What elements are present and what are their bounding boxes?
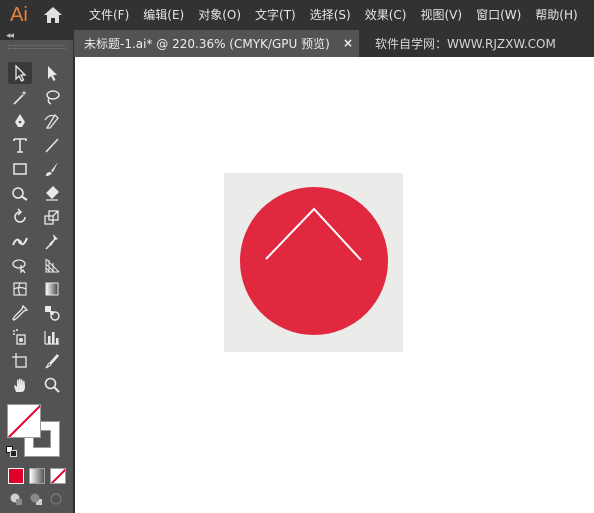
close-icon[interactable]: ×	[343, 36, 353, 50]
tab-active-label: 未标题-1.ai* @ 220.36% (CMYK/GPU 预览)	[84, 37, 330, 51]
column-graph-tool-icon[interactable]	[40, 326, 64, 348]
document-tab-bar: 未标题-1.ai* @ 220.36% (CMYK/GPU 预览) × 软件自学…	[74, 30, 594, 57]
selection-tool-icon[interactable]	[8, 62, 32, 84]
artwork-graphic	[240, 187, 388, 335]
direct-selection-tool-icon[interactable]	[40, 62, 64, 84]
artboard-tool-icon[interactable]	[8, 350, 32, 372]
width-tool-icon[interactable]	[8, 230, 32, 252]
default-fill-stroke-icon[interactable]	[6, 446, 18, 458]
symbol-sprayer-tool-icon[interactable]	[8, 326, 32, 348]
menu-type[interactable]: 文字(T)	[248, 0, 303, 30]
menu-file[interactable]: 文件(F)	[82, 0, 136, 30]
eyedropper-tool-icon[interactable]	[8, 302, 32, 324]
watermark-label: 软件自学网：WWW.RJZXW.COM	[375, 37, 556, 51]
eraser-tool-icon[interactable]	[40, 182, 64, 204]
color-mode-row	[8, 468, 66, 484]
slice-tool-icon[interactable]	[40, 350, 64, 372]
menu-help[interactable]: 帮助(H)	[528, 0, 584, 30]
draw-mode-row	[8, 491, 64, 507]
magic-wand-tool-icon[interactable]	[8, 86, 32, 108]
menu-view[interactable]: 视图(V)	[413, 0, 469, 30]
tools-panel: ⤾	[0, 40, 74, 513]
rotate-tool-icon[interactable]	[8, 206, 32, 228]
pen-tool-icon[interactable]	[8, 110, 32, 132]
scale-tool-icon[interactable]	[40, 206, 64, 228]
line-segment-tool-icon[interactable]	[40, 134, 64, 156]
puppet-warp-tool-icon[interactable]	[40, 230, 64, 252]
menu-effect[interactable]: 效果(C)	[358, 0, 414, 30]
perspective-grid-tool-icon[interactable]	[40, 254, 64, 276]
menu-select[interactable]: 选择(S)	[303, 0, 358, 30]
paintbrush-tool-icon[interactable]	[40, 158, 64, 180]
hand-tool-icon[interactable]	[8, 374, 32, 396]
shape-builder-tool-icon[interactable]	[8, 254, 32, 276]
menu-window[interactable]: 窗口(W)	[469, 0, 528, 30]
gradient-tool-icon[interactable]	[40, 278, 64, 300]
lasso-tool-icon[interactable]	[40, 86, 64, 108]
app-logo: Ai	[10, 3, 28, 26]
draw-behind-icon[interactable]	[28, 491, 44, 507]
menu-edit[interactable]: 编辑(E)	[136, 0, 191, 30]
draw-normal-icon[interactable]	[8, 491, 24, 507]
menu-items: 文件(F) 编辑(E) 对象(O) 文字(T) 选择(S) 效果(C) 视图(V…	[82, 0, 585, 30]
rectangle-tool-icon[interactable]	[8, 158, 32, 180]
blend-tool-icon[interactable]	[40, 302, 64, 324]
zoom-tool-icon[interactable]	[40, 374, 64, 396]
gradient-mode-icon[interactable]	[29, 468, 45, 484]
artwork-square[interactable]	[224, 173, 403, 352]
none-mode-icon[interactable]	[50, 468, 66, 484]
tab-active-document[interactable]: 未标题-1.ai* @ 220.36% (CMYK/GPU 预览) ×	[74, 30, 359, 57]
curvature-tool-icon[interactable]	[40, 110, 64, 132]
canvas-area[interactable]	[75, 57, 594, 513]
home-icon[interactable]	[38, 0, 68, 30]
mesh-tool-icon[interactable]	[8, 278, 32, 300]
menu-object[interactable]: 对象(O)	[191, 0, 248, 30]
draw-inside-icon[interactable]	[48, 491, 64, 507]
fill-swatch[interactable]	[7, 404, 41, 438]
color-mode-icon[interactable]	[8, 468, 24, 484]
type-tool-icon[interactable]	[8, 134, 32, 156]
menu-bar: Ai 文件(F) 编辑(E) 对象(O) 文字(T) 选择(S) 效果(C) 视…	[0, 0, 594, 30]
tab-watermark: 软件自学网：WWW.RJZXW.COM	[359, 30, 556, 57]
panel-grip[interactable]	[8, 45, 66, 49]
shaper-tool-icon[interactable]	[8, 182, 32, 204]
